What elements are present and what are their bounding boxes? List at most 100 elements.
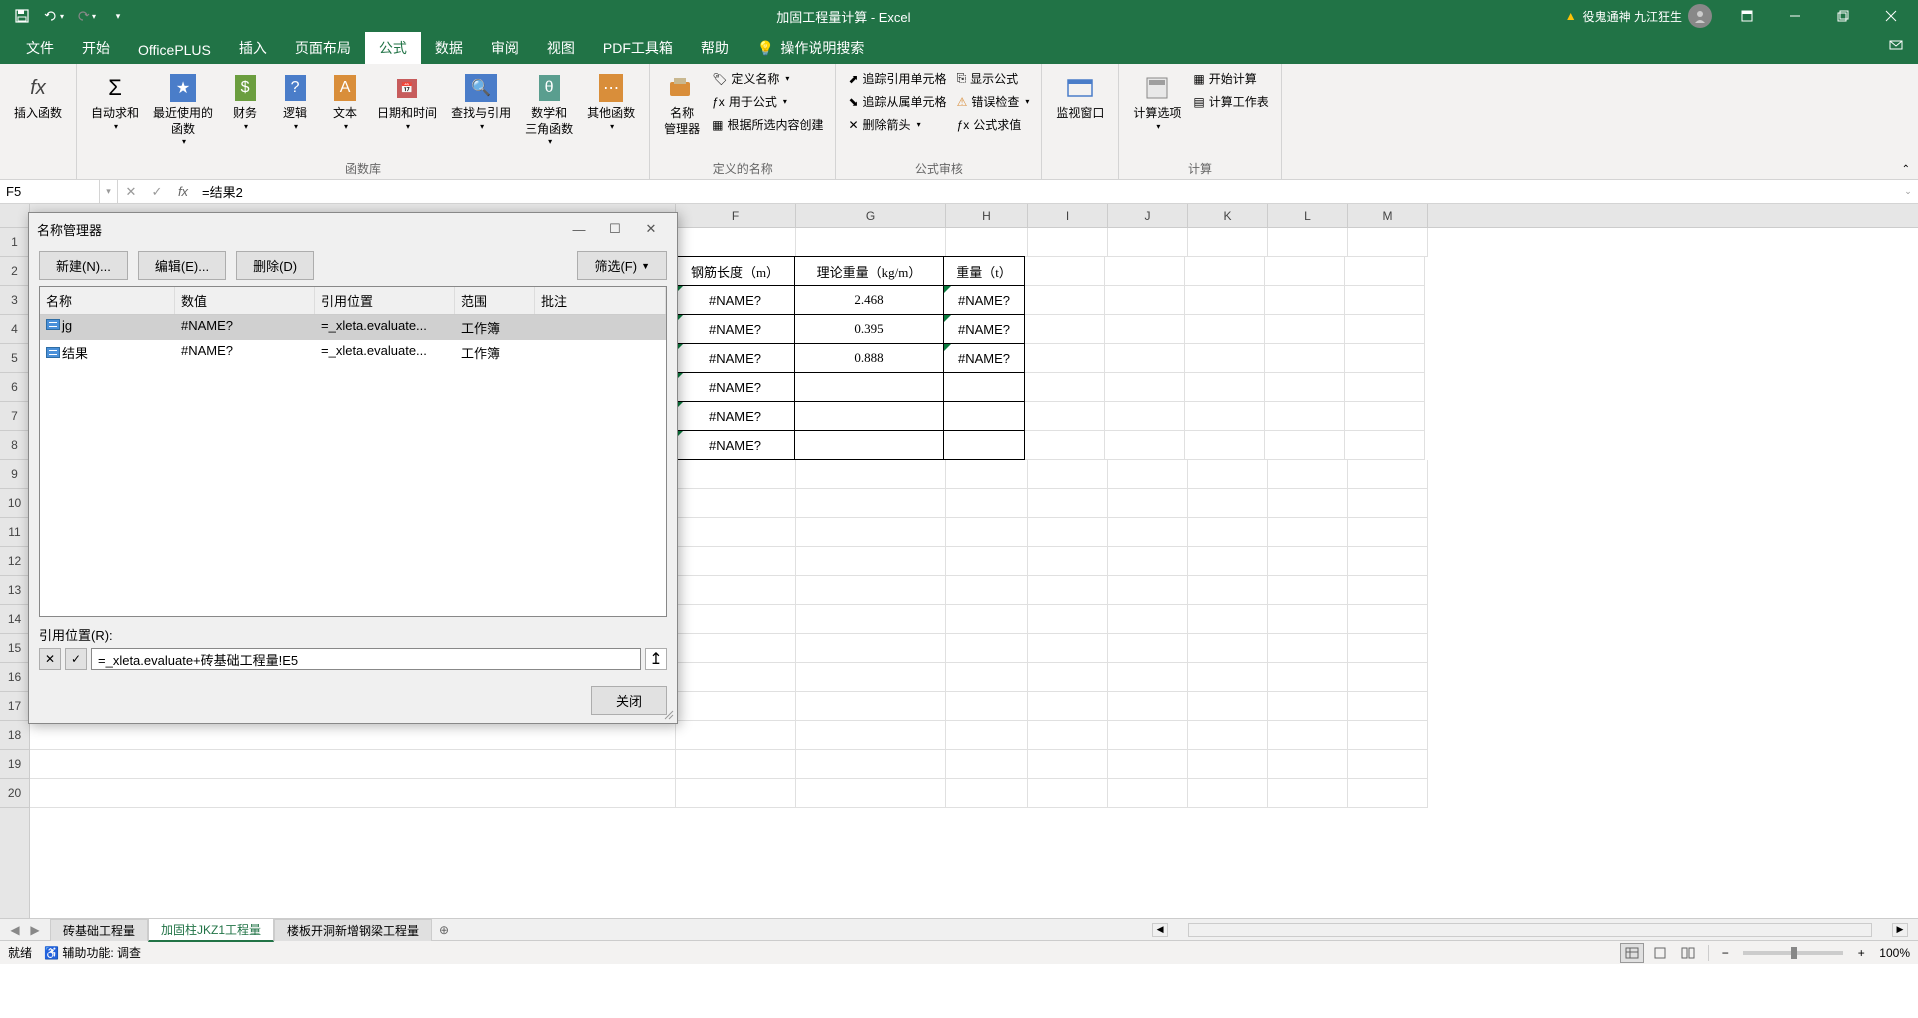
cell[interactable] xyxy=(796,547,946,576)
cell[interactable] xyxy=(1188,779,1268,808)
row-header-20[interactable]: 20 xyxy=(0,779,29,808)
cell[interactable] xyxy=(1108,489,1188,518)
row-header-13[interactable]: 13 xyxy=(0,576,29,605)
collapse-ribbon-button[interactable]: ⌃ xyxy=(1902,164,1910,175)
cell[interactable] xyxy=(1268,605,1348,634)
close-button[interactable] xyxy=(1868,0,1914,32)
cell[interactable] xyxy=(794,430,944,460)
calculate-sheet-button[interactable]: ▤计算工作表 xyxy=(1189,91,1272,112)
cell[interactable] xyxy=(1028,634,1108,663)
pagelayout-view-button[interactable] xyxy=(1648,943,1672,963)
col-header-H[interactable]: H xyxy=(946,204,1028,227)
col-header-G[interactable]: G xyxy=(796,204,946,227)
col-header-J[interactable]: J xyxy=(1108,204,1188,227)
filter-button[interactable]: 筛选(F)▼ xyxy=(577,251,667,280)
cell[interactable] xyxy=(1345,373,1425,402)
cell[interactable] xyxy=(1188,721,1268,750)
cell[interactable] xyxy=(1265,315,1345,344)
financial-button[interactable]: $财务▾ xyxy=(221,68,269,135)
trace-precedents-button[interactable]: ⬈追踪引用单元格 xyxy=(844,68,950,89)
text-button[interactable]: A文本▾ xyxy=(321,68,369,135)
cell[interactable] xyxy=(1025,402,1105,431)
cell[interactable] xyxy=(1268,489,1348,518)
evaluate-formula-button[interactable]: ƒx公式求值 xyxy=(953,114,1034,135)
define-name-button[interactable]: 🏷定义名称▾ xyxy=(708,68,827,89)
undo-button[interactable]: ▾ xyxy=(40,2,68,30)
cell[interactable]: #NAME? xyxy=(675,314,795,344)
name-box[interactable]: F5 xyxy=(0,180,100,203)
name-row[interactable]: jg #NAME? =_xleta.evaluate... 工作簿 xyxy=(40,315,666,340)
cancel-formula-button[interactable]: ✕ xyxy=(118,184,144,200)
cell[interactable] xyxy=(946,228,1028,257)
cell[interactable] xyxy=(1025,344,1105,373)
normal-view-button[interactable] xyxy=(1620,943,1644,963)
cell[interactable]: 0.888 xyxy=(794,343,944,373)
row-header-6[interactable]: 6 xyxy=(0,373,29,402)
cell[interactable] xyxy=(1028,692,1108,721)
cell[interactable] xyxy=(1265,431,1345,460)
sheet-tab-3[interactable]: 楼板开洞新增钢梁工程量 xyxy=(274,919,432,941)
cell[interactable] xyxy=(676,605,796,634)
recently-used-button[interactable]: ★最近使用的 函数▾ xyxy=(147,68,219,150)
cell[interactable] xyxy=(1025,286,1105,315)
row-header-7[interactable]: 7 xyxy=(0,402,29,431)
cell[interactable] xyxy=(794,372,944,402)
col-header-F[interactable]: F xyxy=(676,204,796,227)
zoom-out-button[interactable]: − xyxy=(1717,946,1733,960)
cell[interactable] xyxy=(1108,576,1188,605)
row-header-2[interactable]: 2 xyxy=(0,257,29,286)
cell[interactable] xyxy=(796,750,946,779)
formula-input[interactable]: =结果2 xyxy=(196,182,1898,201)
expand-formula-bar[interactable]: ⌄ xyxy=(1898,186,1918,197)
cell[interactable] xyxy=(1028,460,1108,489)
cell[interactable] xyxy=(1188,228,1268,257)
cell[interactable] xyxy=(796,692,946,721)
cell[interactable] xyxy=(1028,750,1108,779)
range-selector-button[interactable]: ↥ xyxy=(645,648,667,670)
cell[interactable] xyxy=(676,692,796,721)
cell[interactable] xyxy=(1108,460,1188,489)
cell[interactable] xyxy=(1188,576,1268,605)
cell[interactable] xyxy=(796,489,946,518)
cell[interactable] xyxy=(946,692,1028,721)
cell[interactable] xyxy=(1348,518,1428,547)
cell[interactable] xyxy=(676,779,796,808)
share-button[interactable] xyxy=(1874,31,1918,64)
redo-button[interactable]: ▾ xyxy=(72,2,100,30)
cell[interactable] xyxy=(1105,257,1185,286)
cell[interactable] xyxy=(796,634,946,663)
cell[interactable] xyxy=(1345,257,1425,286)
tab-data[interactable]: 数据 xyxy=(421,32,477,64)
cell[interactable] xyxy=(1188,750,1268,779)
cell[interactable] xyxy=(1268,228,1348,257)
sheet-tab-2[interactable]: 加固柱JKZ1工程量 xyxy=(148,918,274,942)
col-header-I[interactable]: I xyxy=(1028,204,1108,227)
cell[interactable] xyxy=(1188,489,1268,518)
cell[interactable]: #NAME? xyxy=(943,285,1025,315)
cell[interactable]: #NAME? xyxy=(675,285,795,315)
cell[interactable] xyxy=(1108,228,1188,257)
math-trig-button[interactable]: θ数学和 三角函数▾ xyxy=(519,68,579,150)
new-name-button[interactable]: 新建(N)... xyxy=(39,251,128,280)
minimize-button[interactable] xyxy=(1772,0,1818,32)
col-comment-header[interactable]: 批注 xyxy=(535,287,666,314)
cell[interactable] xyxy=(946,663,1028,692)
cell[interactable] xyxy=(1105,344,1185,373)
row-header-4[interactable]: 4 xyxy=(0,315,29,344)
cell[interactable] xyxy=(1185,431,1265,460)
cell[interactable] xyxy=(1105,315,1185,344)
cell[interactable] xyxy=(1105,286,1185,315)
tab-insert[interactable]: 插入 xyxy=(225,32,281,64)
col-value-header[interactable]: 数值 xyxy=(175,287,315,314)
cell[interactable] xyxy=(1268,460,1348,489)
add-sheet-button[interactable]: ⊕ xyxy=(432,923,456,937)
trace-dependents-button[interactable]: ⬊追踪从属单元格 xyxy=(844,91,950,112)
create-from-selection-button[interactable]: ▦根据所选内容创建 xyxy=(708,114,827,135)
qat-customize[interactable]: ▾ xyxy=(104,2,132,30)
cell[interactable] xyxy=(796,605,946,634)
cell[interactable] xyxy=(1028,547,1108,576)
use-in-formula-button[interactable]: ƒx用于公式▾ xyxy=(708,91,827,112)
dialog-maximize-button[interactable]: ☐ xyxy=(597,215,633,243)
cell[interactable]: 重量（t） xyxy=(943,256,1025,286)
cell[interactable] xyxy=(946,779,1028,808)
